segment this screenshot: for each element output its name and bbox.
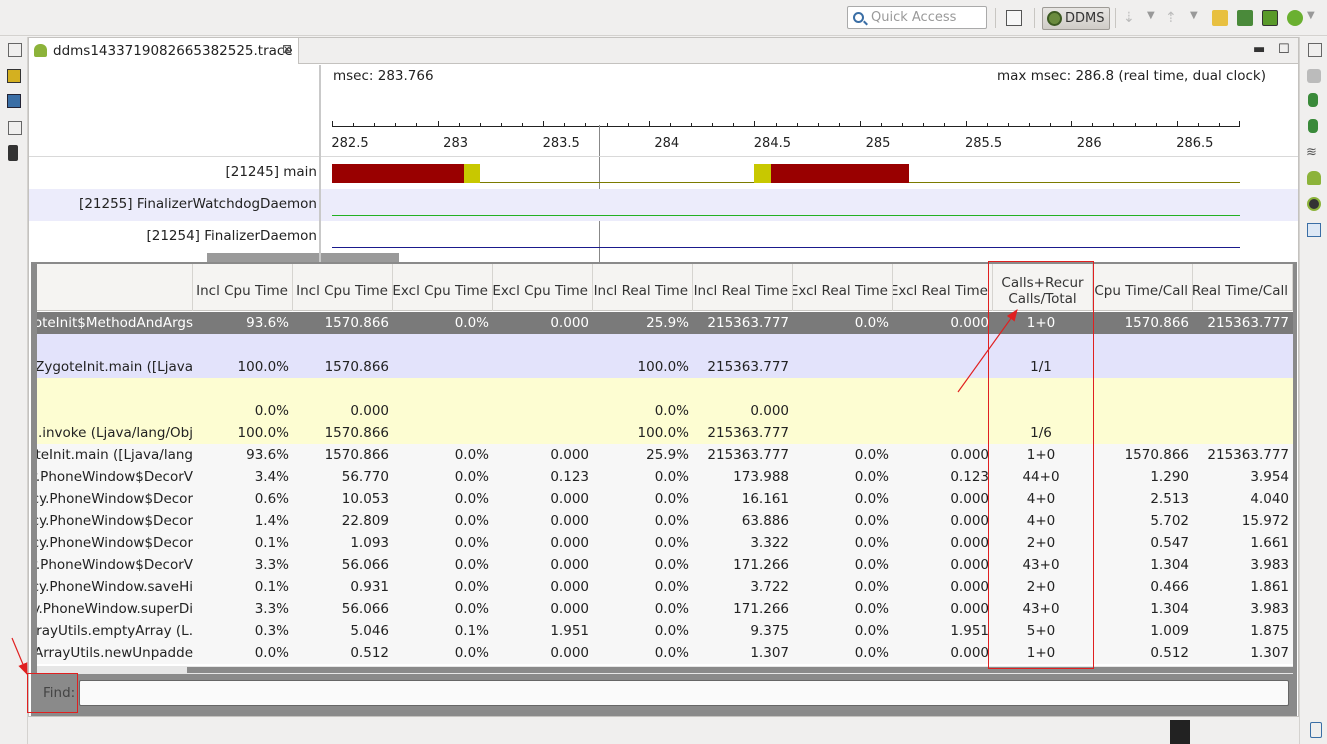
- arrow-to-find-label: [11, 637, 28, 676]
- arrow-to-calls-header: [957, 309, 1018, 393]
- annotation-arrows: [11, 309, 1018, 676]
